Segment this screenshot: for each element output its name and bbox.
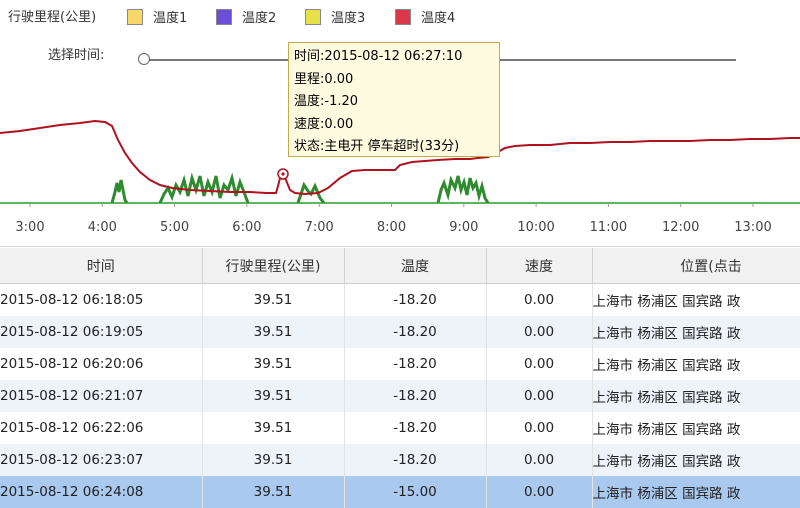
tooltip-temperature: 温度:-1.20 xyxy=(294,94,359,109)
column-header-time[interactable]: 时间 xyxy=(0,248,203,284)
cell-temperature: -18.20 xyxy=(344,412,487,444)
cell-temperature: -18.20 xyxy=(344,283,487,316)
cell-temperature: -18.20 xyxy=(344,380,487,412)
x-axis-tick-label: 13:00 xyxy=(734,220,771,235)
cell-speed: 0.00 xyxy=(486,380,593,412)
x-axis-tick-label: 3:00 xyxy=(15,220,44,235)
cell-mileage: 39.51 xyxy=(202,316,345,348)
cell-mileage: 39.51 xyxy=(202,348,345,380)
column-header-location[interactable]: 位置(点击 xyxy=(592,248,800,284)
table-row[interactable]: 2015-08-12 06:22:06 39.51 -18.20 0.00 上海… xyxy=(0,412,800,444)
cell-mileage: 39.51 xyxy=(202,476,345,508)
table-row[interactable]: 2015-08-12 06:23:07 39.51 -18.20 0.00 上海… xyxy=(0,444,800,476)
data-tooltip: 时间:2015-08-12 06:27:10 里程:0.00 温度:-1.20 … xyxy=(288,42,500,157)
cell-time: 2015-08-12 06:21:07 xyxy=(0,380,203,412)
cell-mileage: 39.51 xyxy=(202,380,345,412)
cell-speed: 0.00 xyxy=(486,412,593,444)
cell-time: 2015-08-12 06:24:08 xyxy=(0,476,203,508)
table-row[interactable]: 2015-08-12 06:18:05 39.51 -18.20 0.00 上海… xyxy=(0,283,800,316)
x-axis-tick-label: 11:00 xyxy=(590,220,627,235)
x-axis-tick-label: 12:00 xyxy=(662,220,699,235)
column-header-temperature[interactable]: 温度 xyxy=(344,248,487,284)
cell-location[interactable]: 上海市 杨浦区 国宾路 政 xyxy=(592,316,800,348)
x-axis-tick-label: 6:00 xyxy=(232,220,261,235)
x-axis-tick-label: 4:00 xyxy=(88,220,117,235)
table-header-row: 时间 行驶里程(公里) 温度 速度 位置(点击 xyxy=(0,248,800,284)
cell-speed: 0.00 xyxy=(486,316,593,348)
table-top-divider xyxy=(0,246,800,247)
cell-location[interactable]: 上海市 杨浦区 国宾路 政 xyxy=(592,348,800,380)
track-data-table: 时间 行驶里程(公里) 温度 速度 位置(点击 2015-08-12 06:18… xyxy=(0,248,800,508)
cell-temperature: -18.20 xyxy=(344,444,487,476)
hover-point-dot xyxy=(281,172,285,176)
cell-time: 2015-08-12 06:23:07 xyxy=(0,444,203,476)
cell-mileage: 39.51 xyxy=(202,444,345,476)
cell-speed: 0.00 xyxy=(486,444,593,476)
cell-location[interactable]: 上海市 杨浦区 国宾路 政 xyxy=(592,380,800,412)
table-row[interactable]: 2015-08-12 06:20:06 39.51 -18.20 0.00 上海… xyxy=(0,348,800,380)
cell-temperature: -18.20 xyxy=(344,316,487,348)
x-axis-ticks: 3:00 4:00 5:00 6:00 7:00 8:00 9:00 10:00 11:00 12… xyxy=(15,203,772,235)
cell-time: 2015-08-12 06:18:05 xyxy=(0,283,203,316)
cell-time: 2015-08-12 06:22:06 xyxy=(0,412,203,444)
cell-location[interactable]: 上海市 杨浦区 国宾路 政 xyxy=(592,283,800,316)
column-header-mileage[interactable]: 行驶里程(公里) xyxy=(202,248,345,284)
cell-temperature: -18.20 xyxy=(344,348,487,380)
table-row[interactable]: 2015-08-12 06:19:05 39.51 -18.20 0.00 上海… xyxy=(0,316,800,348)
tooltip-status: 状态:主电开 停车超时(33分) xyxy=(294,139,460,154)
tooltip-time: 时间:2015-08-12 06:27:10 xyxy=(294,49,463,64)
cell-location[interactable]: 上海市 杨浦区 国宾路 政 xyxy=(592,412,800,444)
cell-speed: 0.00 xyxy=(486,348,593,380)
tooltip-mileage: 里程:0.00 xyxy=(294,71,354,87)
table-row-selected[interactable]: 2015-08-12 06:24:08 39.51 -15.00 0.00 上海… xyxy=(0,476,800,508)
cell-time: 2015-08-12 06:20:06 xyxy=(0,348,203,380)
cell-speed: 0.00 xyxy=(486,283,593,316)
x-axis-tick-label: 5:00 xyxy=(160,220,189,235)
x-axis-tick-label: 10:00 xyxy=(517,220,554,235)
cell-mileage: 39.51 xyxy=(202,412,345,444)
x-axis-tick-label: 8:00 xyxy=(377,220,406,235)
cell-location[interactable]: 上海市 杨浦区 国宾路 政 xyxy=(592,444,800,476)
speed-series-line xyxy=(110,172,490,204)
cell-temperature: -15.00 xyxy=(344,476,487,508)
tooltip-speed: 速度:0.00 xyxy=(294,116,354,132)
column-header-speed[interactable]: 速度 xyxy=(486,248,593,284)
x-axis-tick-label: 9:00 xyxy=(449,220,478,235)
cell-speed: 0.00 xyxy=(486,476,593,508)
cell-time: 2015-08-12 06:19:05 xyxy=(0,316,203,348)
cell-location[interactable]: 上海市 杨浦区 国宾路 政 xyxy=(592,476,800,508)
x-axis-tick-label: 7:00 xyxy=(305,220,334,235)
cell-mileage: 39.51 xyxy=(202,283,345,316)
table-row[interactable]: 2015-08-12 06:21:07 39.51 -18.20 0.00 上海… xyxy=(0,380,800,412)
